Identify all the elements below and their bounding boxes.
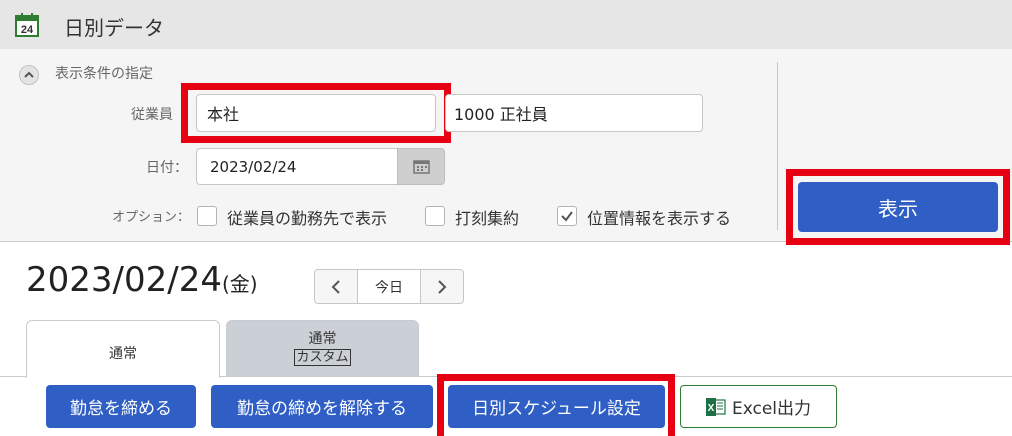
checkbox-employee-workplace[interactable]	[197, 206, 217, 226]
svg-text:X: X	[708, 403, 715, 414]
date-nav-group: 今日	[314, 269, 464, 304]
prev-day-button[interactable]	[315, 270, 357, 303]
tab-custom-sublabel: カスタム	[294, 349, 351, 366]
checkbox-location-info[interactable]	[557, 206, 577, 226]
highlight-box	[181, 83, 451, 143]
svg-text:24: 24	[21, 24, 34, 36]
excel-icon: X	[705, 397, 726, 416]
chevron-up-icon	[24, 71, 34, 78]
option-label-employee-workplace: 従業員の勤務先で表示	[227, 209, 388, 228]
release-attendance-button[interactable]: 勤怠の締めを解除する	[211, 385, 433, 428]
checkmark-icon	[561, 211, 573, 222]
current-date-value: 2023/02/24	[26, 260, 222, 300]
tab-normal[interactable]: 通常	[26, 320, 220, 378]
tab-custom[interactable]: 通常 カスタム	[226, 320, 419, 376]
next-day-button[interactable]	[421, 270, 463, 303]
option-label-location-info: 位置情報を表示する	[587, 209, 732, 228]
date-label: 日付：	[146, 160, 188, 176]
title-bar: 24 日別データ	[0, 0, 1012, 49]
options-label: オプション：	[111, 210, 190, 225]
calendar-picker-button[interactable]	[397, 148, 445, 185]
divider	[777, 62, 778, 230]
current-date: 2023/02/24(金)	[26, 260, 258, 300]
option-label-punch-aggregation: 打刻集約	[455, 209, 520, 228]
chevron-right-icon	[438, 279, 447, 294]
page-title: 日別データ	[64, 16, 164, 40]
collapse-button[interactable]	[19, 65, 39, 85]
chevron-left-icon	[331, 279, 340, 294]
highlight-box	[786, 169, 1010, 245]
tab-underline	[0, 376, 26, 377]
tab-custom-label: 通常	[308, 331, 337, 347]
highlight-box	[437, 374, 675, 436]
today-button[interactable]: 今日	[357, 270, 421, 303]
employee-label: 従業員	[131, 107, 173, 123]
day-of-week: (金)	[221, 272, 258, 296]
excel-export-label: Excel出力	[731, 399, 812, 419]
excel-export-button[interactable]: X Excel出力	[680, 385, 837, 428]
conditions-title: 表示条件の指定	[55, 66, 153, 82]
calendar-24-icon: 24	[15, 13, 39, 37]
employee-field[interactable]: 1000 正社員	[445, 94, 703, 132]
checkbox-punch-aggregation[interactable]	[425, 206, 445, 226]
calendar-icon	[413, 160, 430, 174]
close-attendance-button[interactable]: 勤怠を締める	[46, 385, 196, 428]
date-field[interactable]: 2023/02/24	[196, 148, 398, 185]
